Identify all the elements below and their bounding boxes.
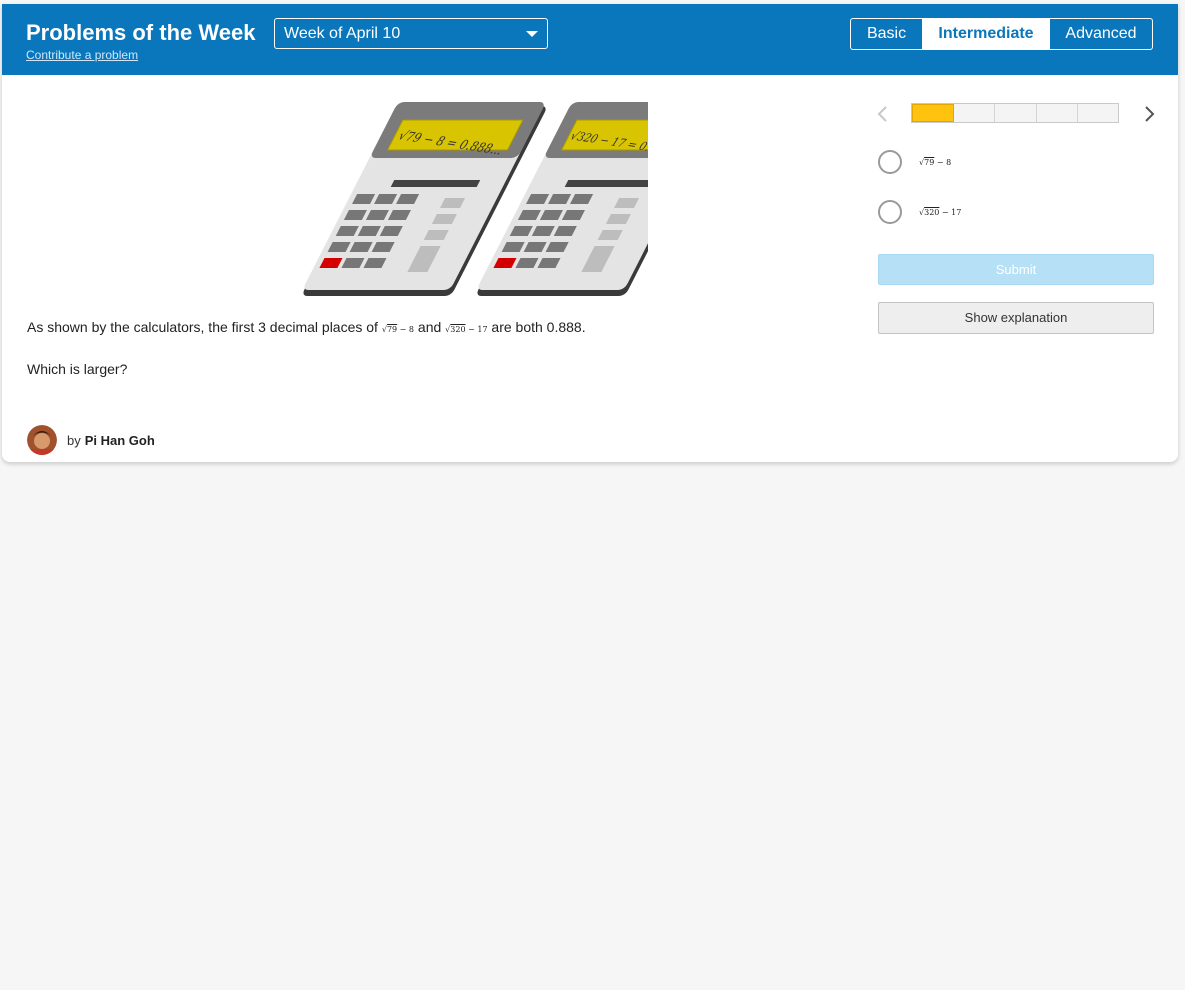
problem-text-and: and [417, 319, 442, 335]
tab-basic[interactable]: Basic [851, 19, 923, 49]
math-expression-1: √79 − 8 [381, 325, 415, 334]
problem-question: Which is larger? [27, 361, 128, 377]
progress-step-1[interactable] [912, 104, 955, 122]
author-line: by Pi Han Goh [27, 425, 155, 455]
page-title: Problems of the Week [26, 20, 256, 45]
answer-option-label: √320 − 17 [919, 207, 962, 217]
problem-text-before: As shown by the calculators, the first 3… [27, 319, 378, 335]
week-select[interactable]: Week of April 10 [274, 18, 548, 49]
problem-text-after: are both 0.888. [491, 319, 586, 335]
submit-button[interactable]: Submit [878, 254, 1154, 285]
tab-advanced[interactable]: Advanced [1050, 19, 1152, 49]
tab-intermediate[interactable]: Intermediate [923, 19, 1050, 49]
answer-option-2[interactable]: √320 − 17 [878, 198, 961, 226]
progress-step-2[interactable] [954, 104, 996, 122]
radio-button[interactable] [878, 150, 902, 174]
progress-bar [911, 103, 1119, 123]
problem-card: Problems of the Week Contribute a proble… [2, 4, 1178, 462]
chevron-right-icon[interactable] [1142, 104, 1156, 124]
radio-button[interactable] [878, 200, 902, 224]
author-prefix: by [67, 432, 81, 448]
answer-option-1[interactable]: √79 − 8 [878, 148, 951, 176]
calculators-illustration: √79 − 8 = 0.888... √320 − 17 = 0.888... [303, 102, 648, 296]
author-name[interactable]: Pi Han Goh [85, 433, 155, 448]
show-explanation-button[interactable]: Show explanation [878, 302, 1154, 334]
avatar [27, 425, 57, 455]
math-expression-2: √320 − 17 [445, 325, 488, 334]
problem-statement: As shown by the calculators, the first 3… [27, 319, 586, 335]
progress-step-3[interactable] [995, 104, 1037, 122]
answer-option-label: √79 − 8 [919, 157, 952, 167]
progress-step-4[interactable] [1037, 104, 1078, 122]
week-select-value: Week of April 10 [284, 25, 401, 42]
chevron-down-icon [526, 31, 538, 37]
contribute-link[interactable]: Contribute a problem [26, 48, 138, 62]
chevron-left-icon[interactable] [876, 104, 890, 124]
level-tabs: Basic Intermediate Advanced [850, 18, 1153, 50]
header-bar: Problems of the Week Contribute a proble… [2, 4, 1178, 75]
progress-step-5[interactable] [1078, 104, 1118, 122]
